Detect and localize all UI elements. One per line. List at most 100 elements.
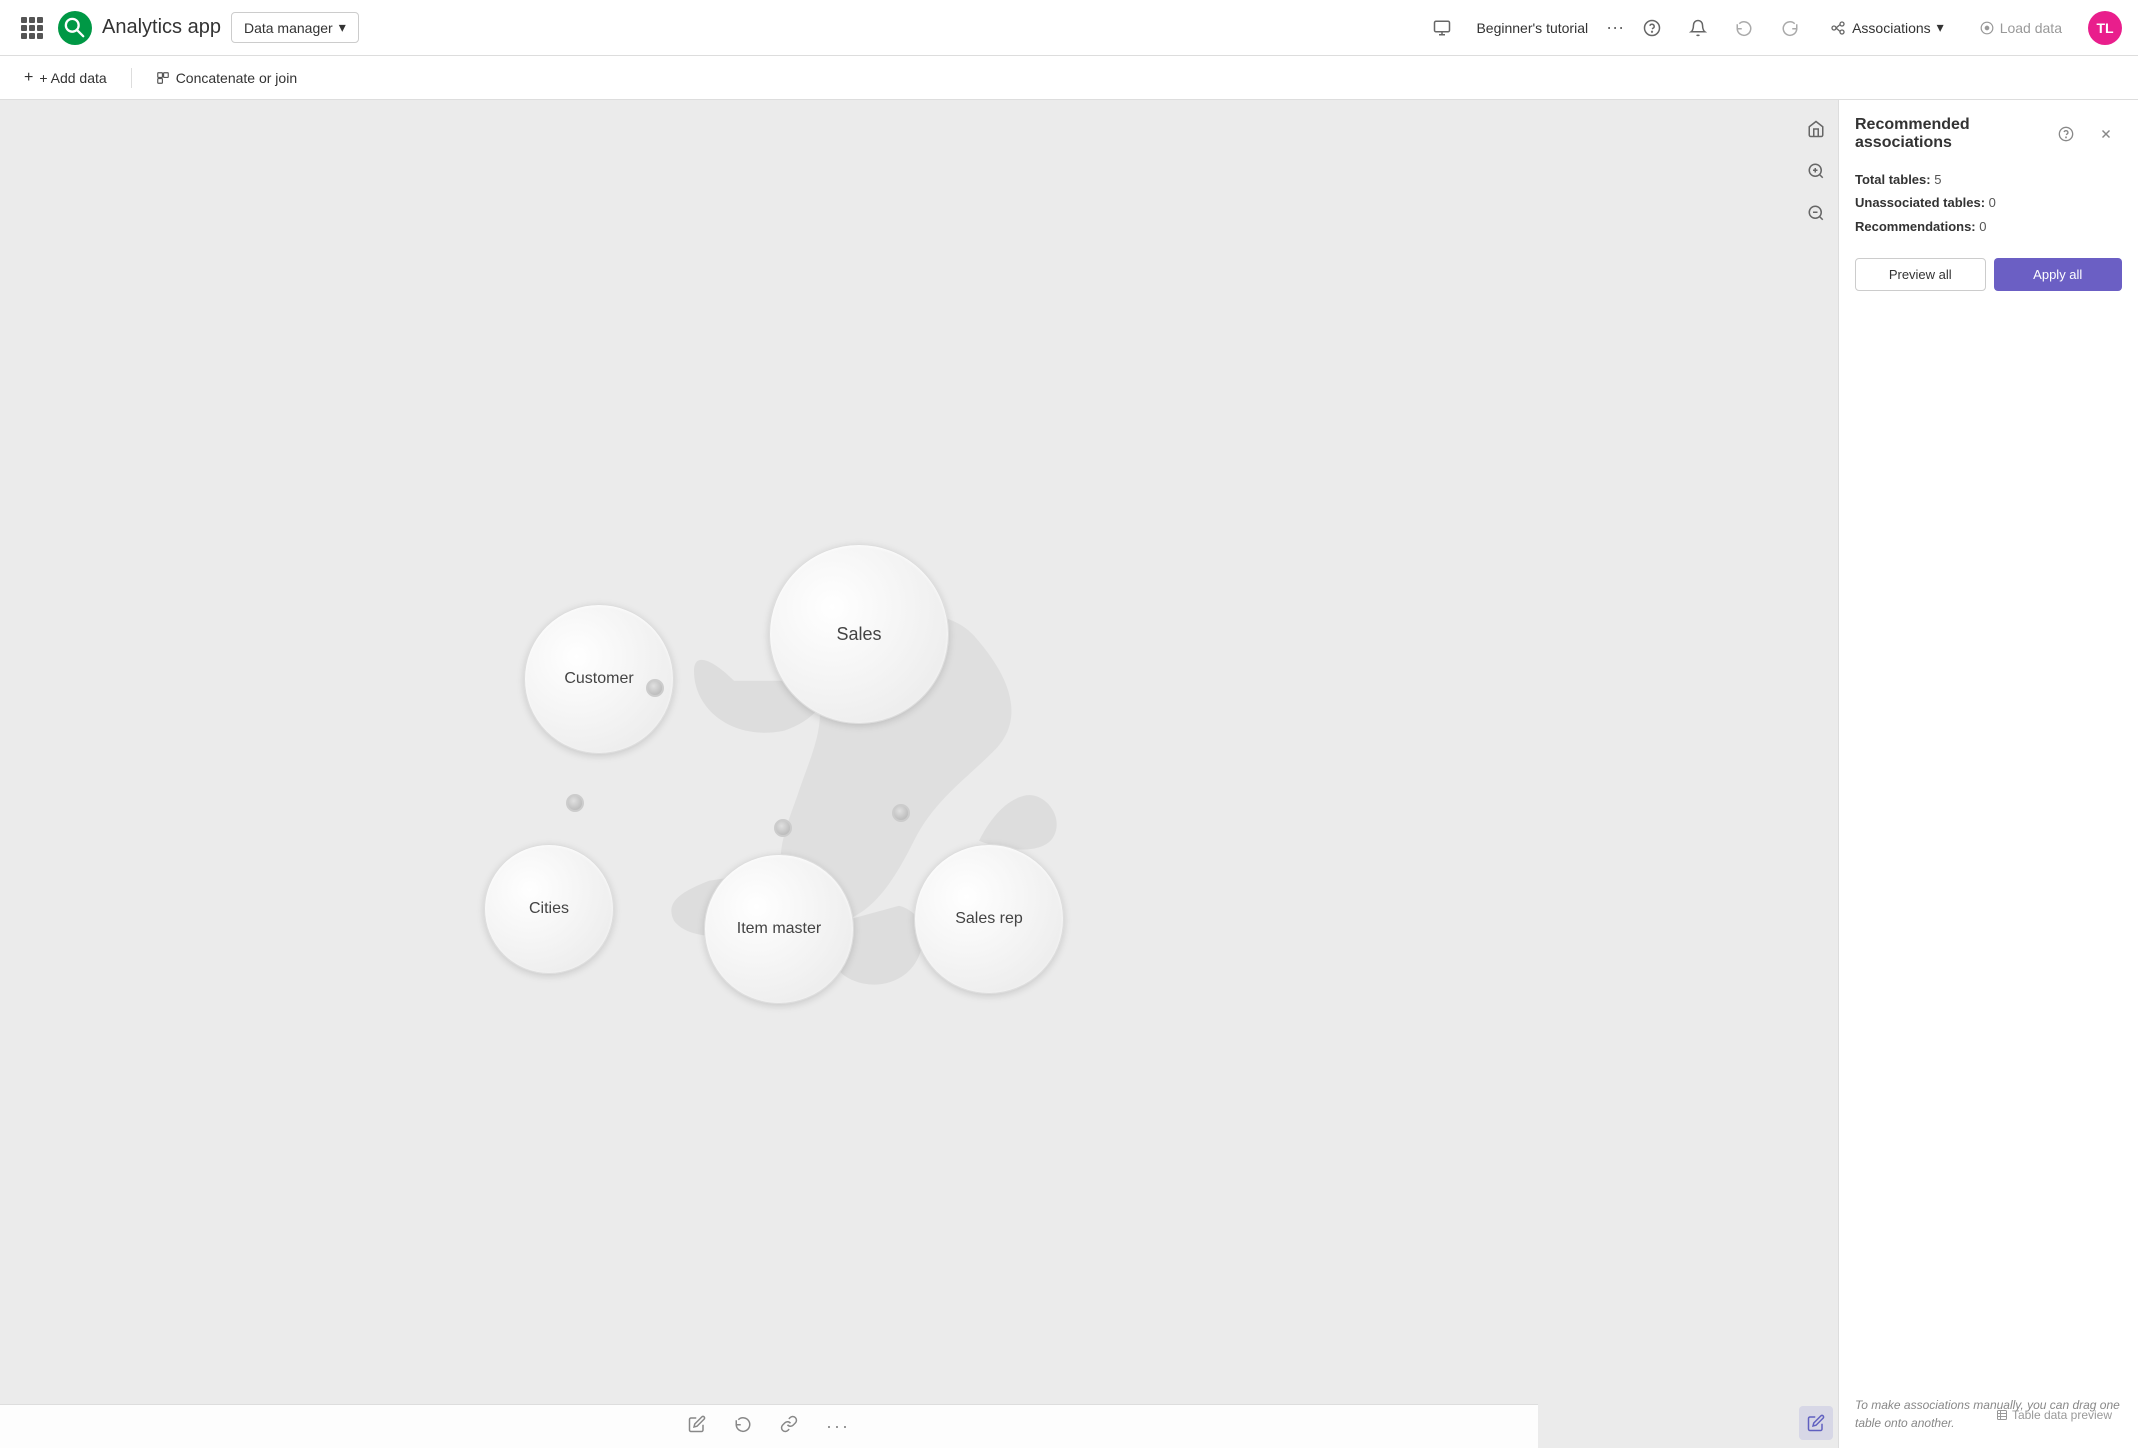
zoom-out-button[interactable] [1799,196,1833,230]
associations-label: Associations [1852,20,1931,36]
qlik-logo[interactable] [58,11,92,45]
help-icon [1643,19,1661,37]
recommendations-label: Recommendations: [1855,219,1976,234]
conn-dot-sales-rep [892,804,910,822]
load-data-label: Load data [2000,20,2062,36]
tutorial-label[interactable]: Beginner's tutorial [1466,14,1598,42]
data-preview-button[interactable]: Table data preview [1996,1408,2112,1422]
panel-footer: To make associations manually, you can d… [1855,1396,2122,1432]
edit-bottom-button[interactable] [684,1411,710,1442]
home-view-button[interactable] [1799,112,1833,146]
app-menu-button[interactable] [16,12,48,44]
undo-icon [1735,19,1753,37]
concatenate-label: Concatenate or join [176,70,297,86]
side-toolbar [1794,100,1838,1448]
screen-icon [1433,19,1451,37]
zoom-out-icon [1807,204,1825,222]
dropdown-label: Data manager [244,20,333,36]
avatar[interactable]: TL [2088,11,2122,45]
bottom-toolbar: ··· [0,1404,1538,1448]
edit-icon [688,1415,706,1433]
toolbar: + + Add data Concatenate or join [0,56,2138,100]
home-icon [1807,120,1825,138]
associations-icon [1830,20,1846,36]
plus-icon: + [24,69,33,87]
node-customer-label: Customer [564,670,633,688]
node-item-master[interactable]: Item master [704,854,854,1004]
topbar: Analytics app Data manager ▾ Beginner's … [0,0,2138,56]
panel-actions: Preview all Apply all [1855,258,2122,291]
more-dots-icon: ··· [826,1416,850,1436]
load-data-button[interactable]: Load data [1968,14,2074,42]
avatar-initials: TL [2096,20,2113,36]
associations-button[interactable]: Associations ▾ [1820,13,1954,42]
node-sales-label: Sales [836,624,881,645]
unassociated-row: Unassociated tables: 0 [1855,191,2122,214]
unassociated-value: 0 [1989,195,1996,210]
topbar-center: Beginner's tutorial ··· [1426,12,1624,44]
panel-title: Recommended associations [1855,116,2050,152]
undo-bottom-icon [734,1415,752,1433]
load-data-icon [1980,21,1994,35]
topbar-right: Associations ▾ Load data TL [1636,11,2122,45]
divider [131,68,132,88]
zoom-in-icon [1807,162,1825,180]
total-tables-value: 5 [1934,172,1941,187]
conn-dot-item-center [774,819,792,837]
qlik-logo-circle [58,11,92,45]
undo-button[interactable] [1728,12,1760,44]
topbar-left: Analytics app Data manager ▾ [16,11,1414,45]
more-options-icon[interactable]: ··· [1606,17,1624,38]
data-preview-label: Table data preview [2012,1408,2112,1422]
pencil-icon [1807,1414,1825,1432]
zoom-in-button[interactable] [1799,154,1833,188]
qlik-icon [64,17,86,39]
node-sales-rep[interactable]: Sales rep [914,844,1064,994]
add-data-button[interactable]: + + Add data [16,65,115,91]
redo-button[interactable] [1774,12,1806,44]
more-bottom-button[interactable]: ··· [822,1412,854,1441]
add-data-label: + Add data [39,70,106,86]
total-tables-label: Total tables: [1855,172,1931,187]
apply-all-button[interactable]: Apply all [1994,258,2123,291]
grid-icon [21,17,43,39]
canvas[interactable]: Sales Customer Cities Item master Sales … [0,100,1838,1448]
help-button[interactable] [1636,12,1668,44]
recommendations-row: Recommendations: 0 [1855,215,2122,238]
table-icon [1996,1409,2008,1421]
undo-bottom-button[interactable] [730,1411,756,1442]
recommendations-value: 0 [1979,219,1986,234]
notifications-button[interactable] [1682,12,1714,44]
unassociated-label: Unassociated tables: [1855,195,1985,210]
panel-header-icons [2050,118,2122,150]
panel-help-button[interactable] [2050,118,2082,150]
conn-dot-cities-sales [566,794,584,812]
data-manager-dropdown[interactable]: Data manager ▾ [231,12,359,43]
redo-icon [1781,19,1799,37]
bell-icon [1689,19,1707,37]
associations-chevron-icon: ▾ [1937,19,1944,36]
conn-dot-customer-sales [646,679,664,697]
screen-icon-btn[interactable] [1426,12,1458,44]
right-panel: Recommended associations [1838,100,2138,1448]
panel-help-icon [2058,126,2074,142]
node-sales[interactable]: Sales [769,544,949,724]
chevron-down-icon: ▾ [339,19,346,36]
preview-all-button[interactable]: Preview all [1855,258,1986,291]
panel-info: Total tables: 5 Unassociated tables: 0 R… [1855,168,2122,238]
link-icon [780,1415,798,1433]
link-bottom-button[interactable] [776,1411,802,1442]
edit-mode-button[interactable] [1799,1406,1833,1440]
panel-header: Recommended associations [1855,116,2122,152]
close-icon [2099,127,2113,141]
node-sales-rep-label: Sales rep [955,910,1023,928]
node-item-master-label: Item master [737,920,821,938]
concatenate-icon [156,71,170,85]
app-name: Analytics app [102,16,221,39]
concatenate-button[interactable]: Concatenate or join [148,66,305,90]
node-cities[interactable]: Cities [484,844,614,974]
node-cities-label: Cities [529,900,569,918]
main-content: Sales Customer Cities Item master Sales … [0,100,2138,1448]
panel-close-button[interactable] [2090,118,2122,150]
total-tables-row: Total tables: 5 [1855,168,2122,191]
